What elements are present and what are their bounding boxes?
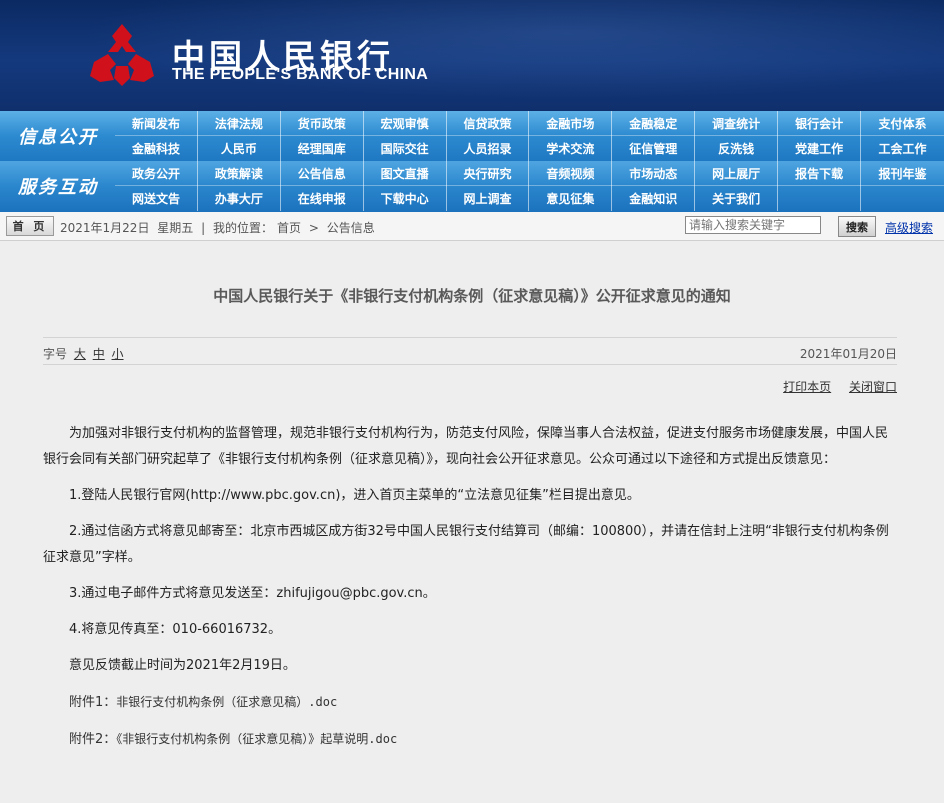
- nav-item[interactable]: 人员招录: [447, 136, 530, 161]
- site-header: 中国人民银行 THE PEOPLE'S BANK OF CHINA: [0, 0, 944, 111]
- breadcrumb-home-link[interactable]: 首页: [277, 221, 301, 235]
- breadcrumb: 2021年1月22日 星期五 | 我的位置： 首页 > 公告信息: [60, 219, 379, 236]
- attachment-1-link[interactable]: 非银行支付机构条例（征求意见稿）.doc: [116, 695, 337, 709]
- attachment-2: 附件2：《非银行支付机构条例（征求意见稿）》起草说明.doc: [43, 726, 895, 753]
- nav-grid-service: 政务公开 政策解读 公告信息 图文直播 央行研究 音频视频 市场动态 网上展厅 报告下载 报刊年鉴…: [115, 161, 944, 211]
- nav-item[interactable]: 报告下载: [778, 161, 862, 186]
- nav-item[interactable]: 下载中心: [364, 186, 447, 211]
- search-input[interactable]: [685, 216, 821, 234]
- nav-row-label-service: 服务互动: [18, 177, 98, 198]
- method-item-4: 4.将意见传真至：010-66016732。: [69, 622, 282, 637]
- nav-item[interactable]: 办事大厅: [198, 186, 281, 211]
- nav-item[interactable]: 报刊年鉴: [861, 161, 944, 186]
- breadcrumb-current[interactable]: 公告信息: [327, 221, 375, 235]
- nav-item[interactable]: 央行研究: [447, 161, 530, 186]
- nav-row-service: 服务互动 政务公开 政策解读 公告信息 图文直播 央行研究 音频视频 市场动态 网上展厅 报告下…: [0, 161, 944, 212]
- nav-item[interactable]: 党建工作: [778, 136, 862, 161]
- nav-item[interactable]: 新闻发布: [115, 111, 198, 136]
- nav-grid-info: 新闻发布 法律法规 货币政策 宏观审慎 信贷政策 金融市场 金融稳定 调查统计 银行会计 支付体系…: [115, 111, 944, 161]
- nav-item: [778, 186, 862, 211]
- main-navigation: 信息公开 新闻发布 法律法规 货币政策 宏观审慎 信贷政策 金融市场 金融稳定 调查统计 银行会…: [0, 111, 944, 212]
- attachment-1-label: 附件1：: [69, 695, 117, 710]
- nav-item[interactable]: 信贷政策: [447, 111, 530, 136]
- nav-item[interactable]: 关于我们: [695, 186, 779, 211]
- current-date: 2021年1月22日: [60, 221, 150, 235]
- nav-item[interactable]: 工会工作: [861, 136, 944, 161]
- nav-item[interactable]: 网上展厅: [695, 161, 779, 186]
- nav-item[interactable]: 金融知识: [612, 186, 696, 211]
- nav-item[interactable]: 经理国库: [281, 136, 364, 161]
- font-size-label: 字号: [43, 347, 68, 361]
- nav-item[interactable]: 银行会计: [778, 111, 862, 136]
- nav-item[interactable]: 金融稳定: [612, 111, 696, 136]
- article-title: 中国人民银行关于《非银行支付机构条例（征求意见稿）》公开征求意见的通知: [213, 287, 731, 305]
- logo-english-name[interactable]: THE PEOPLE'S BANK OF CHINA: [172, 66, 428, 84]
- attachment-1: 附件1：非银行支付机构条例（征求意见稿）.doc: [43, 689, 895, 716]
- nav-item[interactable]: 网送文告: [115, 186, 198, 211]
- nav-row-info: 信息公开 新闻发布 法律法规 货币政策 宏观审慎 信贷政策 金融市场 金融稳定 调查统计 银行会…: [0, 111, 944, 161]
- separator: |: [201, 221, 206, 235]
- location-label: 我的位置：: [213, 221, 274, 235]
- font-size-selector: 字号 大 中 小: [43, 345, 124, 362]
- nav-item[interactable]: 反洗钱: [695, 136, 779, 161]
- nav-row-label-info: 信息公开: [18, 127, 98, 148]
- nav-item[interactable]: 音频视频: [529, 161, 613, 186]
- article-meta-bar: 字号 大 中 小 2021年01月20日: [43, 337, 897, 365]
- breadcrumb-arrow: >: [308, 221, 319, 235]
- breadcrumb-bar: 首 页 2021年1月22日 星期五 | 我的位置：首页 > 公告信息 搜索 高…: [0, 212, 944, 241]
- nav-item[interactable]: 学术交流: [529, 136, 613, 161]
- nav-item[interactable]: 调查统计: [695, 111, 779, 136]
- article-tools: 打印本页 关闭窗口: [769, 378, 897, 395]
- nav-item: [861, 186, 944, 211]
- font-medium-link[interactable]: 中: [93, 347, 105, 361]
- method-item-2: 2.通过信函方式将意见邮寄至：北京市西城区成方街32号中国人民银行支付结算司（邮…: [43, 524, 889, 565]
- nav-item[interactable]: 支付体系: [861, 111, 944, 136]
- method-item-3: 3.通过电子邮件方式将意见发送至：zhifujigou@pbc.gov.cn。: [69, 586, 436, 601]
- article-content: 中国人民银行关于《非银行支付机构条例（征求意见稿）》公开征求意见的通知 字号 大…: [0, 241, 944, 802]
- article-date: 2021年01月20日: [799, 347, 897, 361]
- nav-item[interactable]: 法律法规: [198, 111, 281, 136]
- deadline-paragraph: 意见反馈截止时间为2021年2月19日。: [69, 658, 296, 673]
- current-weekday: 星期五: [157, 221, 194, 235]
- attachment-2-link[interactable]: 《非银行支付机构条例（征求意见稿）》起草说明.doc: [116, 732, 397, 746]
- search-button[interactable]: 搜索: [838, 216, 876, 237]
- nav-item[interactable]: 征信管理: [612, 136, 696, 161]
- nav-item[interactable]: 政务公开: [115, 161, 198, 186]
- nav-item[interactable]: 市场动态: [612, 161, 696, 186]
- nav-item[interactable]: 公告信息: [281, 161, 364, 186]
- home-button[interactable]: 首 页: [6, 216, 54, 236]
- nav-item[interactable]: 宏观审慎: [364, 111, 447, 136]
- nav-item[interactable]: 在线申报: [281, 186, 364, 211]
- nav-item[interactable]: 金融市场: [529, 111, 613, 136]
- close-window-link[interactable]: 关闭窗口: [849, 380, 897, 394]
- nav-item[interactable]: 意见征集: [529, 186, 613, 211]
- intro-paragraph: 为加强对非银行支付机构的监督管理，规范非银行支付机构行为，防范支付风险，保障当事…: [43, 426, 889, 467]
- pboc-emblem-icon[interactable]: [86, 22, 158, 90]
- nav-item[interactable]: 国际交往: [364, 136, 447, 161]
- nav-item[interactable]: 政策解读: [198, 161, 281, 186]
- method-item-1: 1.登陆人民银行官网(http://www.pbc.gov.cn)，进入首页主菜…: [69, 488, 640, 503]
- article-body: 为加强对非银行支付机构的监督管理，规范非银行支付机构行为，防范支付风险，保障当事…: [43, 421, 895, 753]
- nav-item[interactable]: 网上调查: [447, 186, 530, 211]
- print-page-link[interactable]: 打印本页: [783, 380, 831, 394]
- nav-item[interactable]: 图文直播: [364, 161, 447, 186]
- advanced-search-link[interactable]: 高级搜索: [885, 219, 933, 236]
- nav-item[interactable]: 人民币: [198, 136, 281, 161]
- font-small-link[interactable]: 小: [112, 347, 124, 361]
- font-large-link[interactable]: 大: [74, 347, 86, 361]
- attachment-2-label: 附件2：: [69, 732, 117, 747]
- nav-item[interactable]: 货币政策: [281, 111, 364, 136]
- nav-item[interactable]: 金融科技: [115, 136, 198, 161]
